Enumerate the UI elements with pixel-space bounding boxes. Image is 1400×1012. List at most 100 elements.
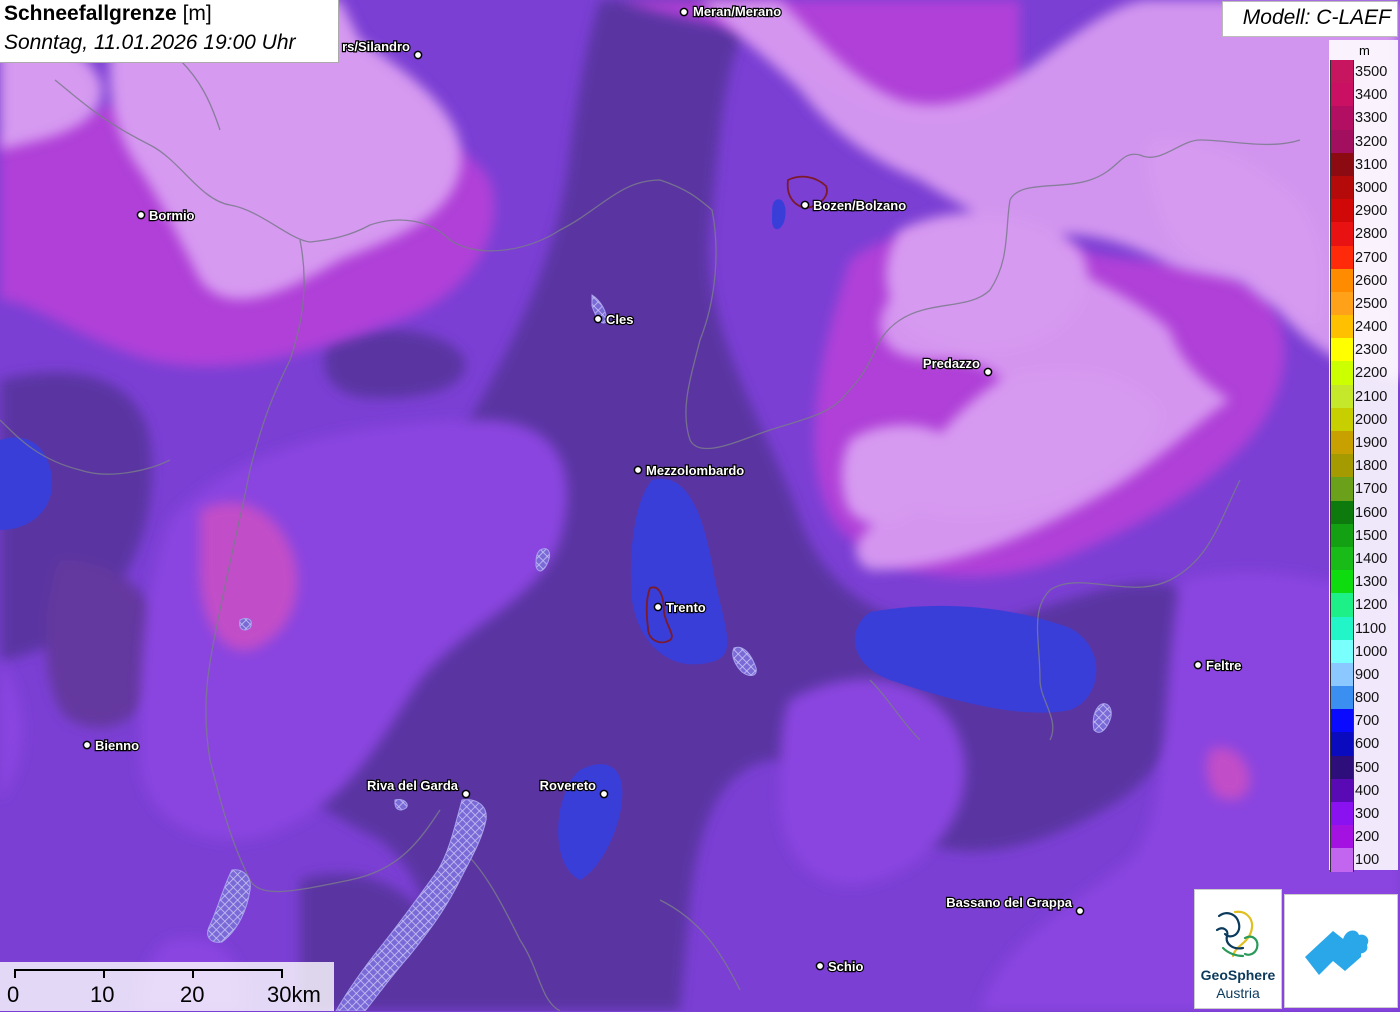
legend-row: 700	[1329, 709, 1398, 733]
legend-label: 2100	[1355, 388, 1388, 405]
legend-swatch	[1330, 60, 1354, 84]
legend-label: 200	[1355, 829, 1380, 846]
city-dot	[653, 602, 663, 612]
legend-label: 2300	[1355, 342, 1388, 359]
map-title: Schneefallgrenze [m]	[4, 2, 212, 26]
legend-row: 2000	[1329, 407, 1398, 431]
scale-label-0: 0	[7, 982, 20, 1007]
city-dot	[593, 314, 603, 324]
city-label: Mezzolombardo	[646, 463, 744, 478]
legend-swatch	[1330, 83, 1354, 107]
legend-row: 3300	[1329, 106, 1398, 130]
legend-label: 1300	[1355, 574, 1388, 591]
lake-small-7	[239, 617, 252, 631]
legend-row: 1400	[1329, 546, 1398, 571]
legend-swatch	[1330, 802, 1354, 826]
geosphere-logo[interactable]: GeoSphere Austria	[1194, 889, 1282, 1009]
legend-swatch	[1330, 431, 1354, 455]
app-logo[interactable]	[1284, 894, 1398, 1008]
legend-swatch	[1330, 268, 1354, 292]
legend-swatch	[1330, 523, 1354, 547]
legend-swatch	[1330, 662, 1354, 687]
legend-label: 1500	[1355, 527, 1388, 544]
city-dot	[461, 789, 471, 799]
legend-row: 1500	[1329, 523, 1398, 547]
model-label: Modell: C-LAEF	[1242, 6, 1391, 29]
legend-swatch	[1330, 384, 1354, 408]
scale-bar-line	[14, 969, 283, 971]
legend-label: 2000	[1355, 411, 1388, 428]
legend-label: 400	[1355, 782, 1380, 799]
legend-swatch	[1330, 454, 1354, 478]
title-panel: Schneefallgrenze [m] Sonntag, 11.01.2026…	[0, 0, 339, 63]
city-label: Bormio	[149, 208, 195, 223]
city-label: Rovereto	[540, 778, 596, 793]
legend-swatch	[1330, 291, 1354, 316]
city-dot	[633, 465, 643, 475]
legend-row: 2600	[1329, 268, 1398, 292]
city-label: Bienno	[95, 738, 139, 753]
legend-swatch	[1330, 500, 1354, 524]
legend-swatch	[1330, 755, 1354, 779]
snowline-map[interactable]: Meran/Merano rs/Silandro Bormio Bozen/Bolza…	[0, 0, 1400, 1011]
legend-label: 2600	[1355, 272, 1388, 289]
scale-tick-20	[192, 969, 194, 978]
lake-small-5	[394, 799, 408, 811]
legend-swatch	[1330, 199, 1354, 223]
legend-row: 600	[1329, 732, 1398, 756]
legend-swatch	[1330, 593, 1354, 617]
legend-label: 1200	[1355, 597, 1388, 614]
legend-swatch	[1330, 129, 1354, 153]
city-marker: Mezzolombardo	[633, 462, 745, 479]
legend-label: 1800	[1355, 458, 1388, 475]
legend-label: 900	[1355, 666, 1380, 683]
city-dot	[815, 961, 825, 971]
legend-label: 1000	[1355, 643, 1388, 660]
legend-label: 300	[1355, 806, 1380, 822]
legend-swatch	[1330, 315, 1354, 339]
city-label: Trento	[666, 600, 706, 615]
legend-row: 3000	[1329, 175, 1398, 200]
scale-label-10: 10	[90, 982, 115, 1007]
scale-tick-0	[14, 969, 16, 978]
city-marker: Meran/Merano	[679, 3, 782, 20]
city-label: Bassano del Grappa	[946, 895, 1072, 910]
legend-swatch	[1330, 778, 1354, 802]
city-marker: Bozen/Bolzano	[800, 197, 907, 214]
map-datetime: Sonntag, 11.01.2026 19:00 Uhr	[4, 31, 296, 54]
legend-row: 2200	[1329, 361, 1398, 385]
legend-row: 1600	[1329, 500, 1398, 524]
city-label: Feltre	[1206, 658, 1241, 673]
legend-label: 600	[1355, 736, 1380, 753]
legend-row: 2400	[1329, 315, 1398, 339]
legend-swatch	[1330, 338, 1354, 362]
city-dot	[1193, 660, 1203, 670]
legend-swatch	[1330, 848, 1354, 872]
legend-label: 2800	[1355, 226, 1388, 243]
city-label: Cles	[606, 312, 633, 327]
scale-label-30: 30km	[267, 982, 321, 1007]
legend-row: 2300	[1329, 338, 1398, 362]
city-dot	[599, 789, 609, 799]
legend-swatch	[1330, 616, 1354, 640]
legend-row: 1300	[1329, 570, 1398, 594]
legend-label: 3200	[1355, 133, 1388, 150]
legend-row: 200	[1329, 825, 1398, 849]
weather-app-icon	[1305, 930, 1369, 975]
legend-label: 3300	[1355, 110, 1388, 127]
city-dot	[136, 210, 146, 220]
legend-label: 500	[1355, 759, 1380, 776]
city-dot	[82, 740, 92, 750]
legend-label: 700	[1355, 713, 1380, 730]
geosphere-name: GeoSphere	[1200, 967, 1276, 983]
legend-swatch	[1330, 825, 1354, 849]
legend-label: 1700	[1355, 481, 1388, 498]
city-label: rs/Silandro	[342, 39, 410, 54]
city-dot	[800, 200, 810, 210]
legend-row: 3100	[1329, 152, 1398, 176]
legend-row: 3200	[1329, 129, 1398, 153]
legend-label: 2400	[1355, 319, 1388, 336]
city-label: Predazzo	[923, 356, 980, 371]
legend-row: 100	[1329, 848, 1398, 872]
legend-swatch	[1330, 407, 1354, 431]
